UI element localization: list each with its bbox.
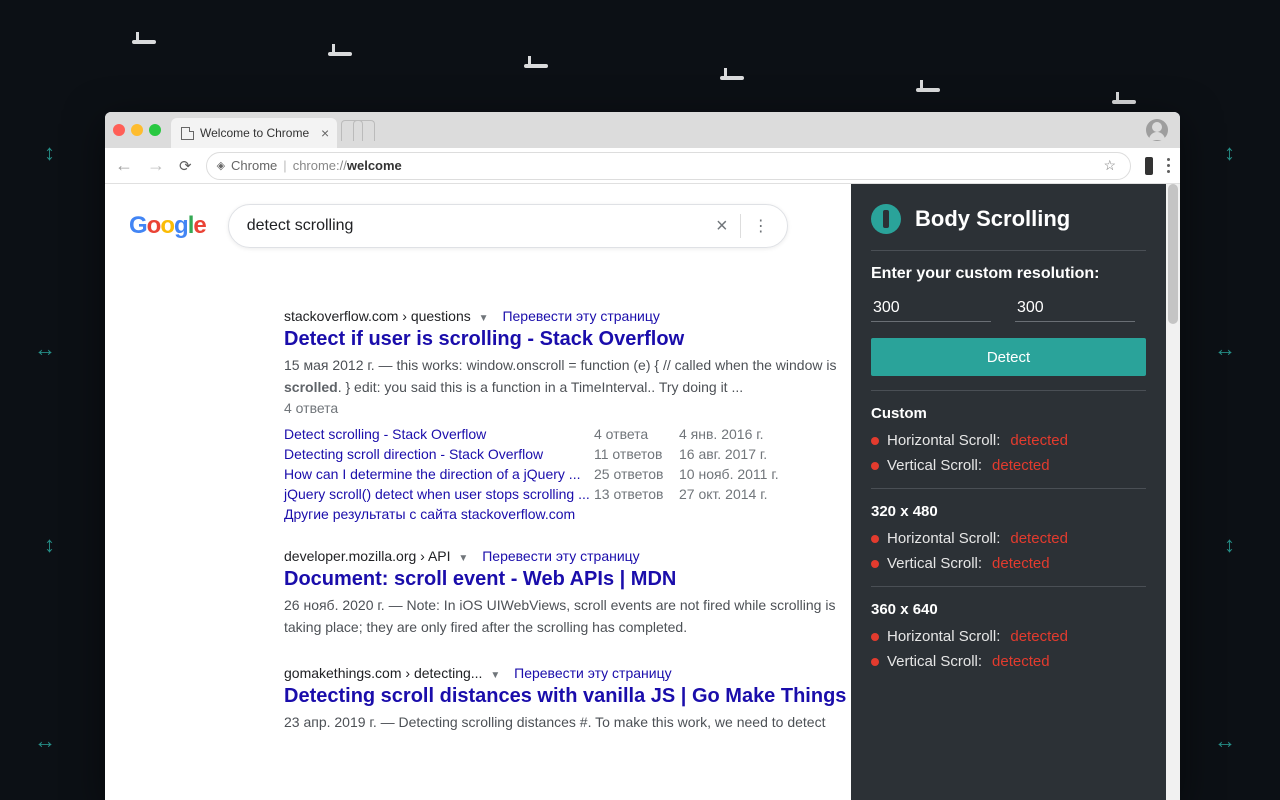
panel-title: Body Scrolling (915, 206, 1070, 232)
scroll-status-row: Horizontal Scroll:detected (871, 432, 1146, 449)
address-path: chrome://welcome (293, 158, 402, 173)
divider (740, 214, 741, 238)
status-dot-icon (871, 437, 879, 445)
search-input[interactable]: detect scrolling × ⋮ (228, 204, 788, 248)
tab-bar: Welcome to Chrome × (105, 112, 1180, 148)
caret-down-icon[interactable]: ▼ (458, 553, 468, 564)
result-snippet: 26 нояб. 2020 г. — Note: In iOS UIWebVie… (284, 595, 851, 638)
related-link[interactable]: jQuery scroll() detect when user stops s… (284, 486, 594, 502)
result-title-link[interactable]: Document: scroll event - Web APIs | MDN (284, 568, 676, 590)
browser-window: Welcome to Chrome × ← → ⟳ ◈ Chrome | chr… (105, 112, 1180, 800)
resolution-width-input[interactable] (871, 295, 991, 322)
reload-button[interactable]: ⟳ (179, 157, 192, 175)
maximize-window-icon[interactable] (149, 124, 161, 136)
browser-tab[interactable]: Welcome to Chrome × (171, 118, 337, 148)
decor-arrow-h-icon (1214, 728, 1236, 754)
browser-menu-icon[interactable] (1167, 158, 1170, 173)
extension-logo-icon (871, 204, 901, 234)
decor-arrow-h-icon (1214, 336, 1236, 362)
section-title: 320 x 480 (871, 503, 1146, 520)
related-row: jQuery scroll() detect when user stops s… (284, 484, 851, 504)
decor-plug-icon (132, 34, 162, 46)
section-title: 360 x 640 (871, 601, 1146, 618)
scroll-status-row: Vertical Scroll:detected (871, 457, 1146, 474)
status-dot-icon (871, 633, 879, 641)
close-window-icon[interactable] (113, 124, 125, 136)
related-row: Detect scrolling - Stack Overflow4 ответ… (284, 424, 851, 444)
scroll-status-row: Horizontal Scroll:detected (871, 530, 1146, 547)
decor-arrow-v-icon (44, 140, 55, 166)
page-scrollbar[interactable] (1166, 184, 1180, 800)
status-dot-icon (871, 560, 879, 568)
translate-link[interactable]: Перевести эту страницу (514, 665, 671, 681)
decor-plug-icon (916, 82, 946, 94)
bookmark-star-icon[interactable]: ☆ (1103, 157, 1116, 174)
back-button[interactable]: ← (115, 155, 133, 176)
translate-link[interactable]: Перевести эту страницу (482, 548, 639, 564)
clear-search-icon[interactable]: × (716, 215, 728, 238)
related-link[interactable]: Detecting scroll direction - Stack Overf… (284, 446, 594, 462)
more-results-link[interactable]: Другие результаты с сайта stackoverflow.… (284, 506, 575, 522)
scroll-status-row: Vertical Scroll:detected (871, 555, 1146, 572)
section-title: Custom (871, 405, 1146, 422)
address-sep: | (283, 158, 286, 173)
decor-arrow-v-icon (44, 532, 55, 558)
minimize-window-icon[interactable] (131, 124, 143, 136)
result-breadcrumb: gomakethings.com › detecting... ▼ Переве… (284, 665, 851, 681)
decor-plug-icon (524, 58, 554, 70)
status-dot-icon (871, 535, 879, 543)
related-link[interactable]: How can I determine the direction of a j… (284, 466, 594, 482)
google-logo[interactable]: Google (129, 212, 206, 240)
decor-arrow-v-icon (1224, 532, 1235, 558)
related-questions: Detect scrolling - Stack Overflow4 ответ… (284, 424, 851, 504)
profile-avatar-icon[interactable] (1146, 119, 1168, 141)
search-result: gomakethings.com › detecting... ▼ Переве… (284, 665, 851, 734)
related-row: How can I determine the direction of a j… (284, 464, 851, 484)
decor-plug-icon (1112, 94, 1142, 106)
tab-outline-icon (341, 120, 381, 140)
page-icon (181, 127, 194, 140)
decor-plug-icon (720, 70, 750, 82)
search-result: developer.mozilla.org › API ▼ Перевести … (284, 548, 851, 638)
decor-arrow-h-icon (34, 728, 56, 754)
search-results-area: Google detect scrolling × ⋮ stackoverflo… (105, 184, 851, 800)
detect-button[interactable]: Detect (871, 338, 1146, 376)
close-tab-icon[interactable]: × (321, 125, 329, 141)
related-link[interactable]: Detect scrolling - Stack Overflow (284, 426, 594, 442)
result-snippet: 15 мая 2012 г. — this works: window.onsc… (284, 355, 851, 398)
tab-title: Welcome to Chrome (200, 126, 309, 140)
resolution-label: Enter your custom resolution: (871, 265, 1146, 283)
status-dot-icon (871, 658, 879, 666)
decor-plug-icon (328, 46, 358, 58)
address-bar: ← → ⟳ ◈ Chrome | chrome://welcome ☆ (105, 148, 1180, 184)
status-dot-icon (871, 462, 879, 470)
result-answers-count: 4 ответа (284, 400, 851, 416)
address-host: Chrome (231, 158, 277, 173)
window-controls[interactable] (113, 124, 161, 136)
search-result: stackoverflow.com › questions ▼ Перевест… (284, 308, 851, 522)
page-content: Google detect scrolling × ⋮ stackoverflo… (105, 184, 1180, 800)
site-info-icon[interactable]: ◈ (217, 159, 225, 172)
result-breadcrumb: stackoverflow.com › questions ▼ Перевест… (284, 308, 851, 324)
related-row: Detecting scroll direction - Stack Overf… (284, 444, 851, 464)
scroll-status-row: Horizontal Scroll:detected (871, 628, 1146, 645)
voice-search-icon[interactable]: ⋮ (753, 216, 769, 236)
caret-down-icon[interactable]: ▼ (490, 670, 500, 681)
caret-down-icon[interactable]: ▼ (479, 313, 489, 324)
decor-arrow-v-icon (1224, 140, 1235, 166)
result-title-link[interactable]: Detect if user is scrolling - Stack Over… (284, 328, 684, 350)
translate-link[interactable]: Перевести эту страницу (502, 308, 659, 324)
extension-panel: Body Scrolling Enter your custom resolut… (851, 184, 1166, 800)
forward-button[interactable]: → (147, 155, 165, 176)
resolution-height-input[interactable] (1015, 295, 1135, 322)
result-snippet: 23 апр. 2019 г. — Detecting scrolling di… (284, 712, 851, 734)
omnibox[interactable]: ◈ Chrome | chrome://welcome ☆ (206, 152, 1131, 180)
search-query: detect scrolling (247, 217, 354, 235)
decor-arrow-h-icon (34, 336, 56, 362)
extension-icon[interactable] (1145, 157, 1153, 175)
result-breadcrumb: developer.mozilla.org › API ▼ Перевести … (284, 548, 851, 564)
scroll-status-row: Vertical Scroll:detected (871, 653, 1146, 670)
result-title-link[interactable]: Detecting scroll distances with vanilla … (284, 685, 846, 707)
